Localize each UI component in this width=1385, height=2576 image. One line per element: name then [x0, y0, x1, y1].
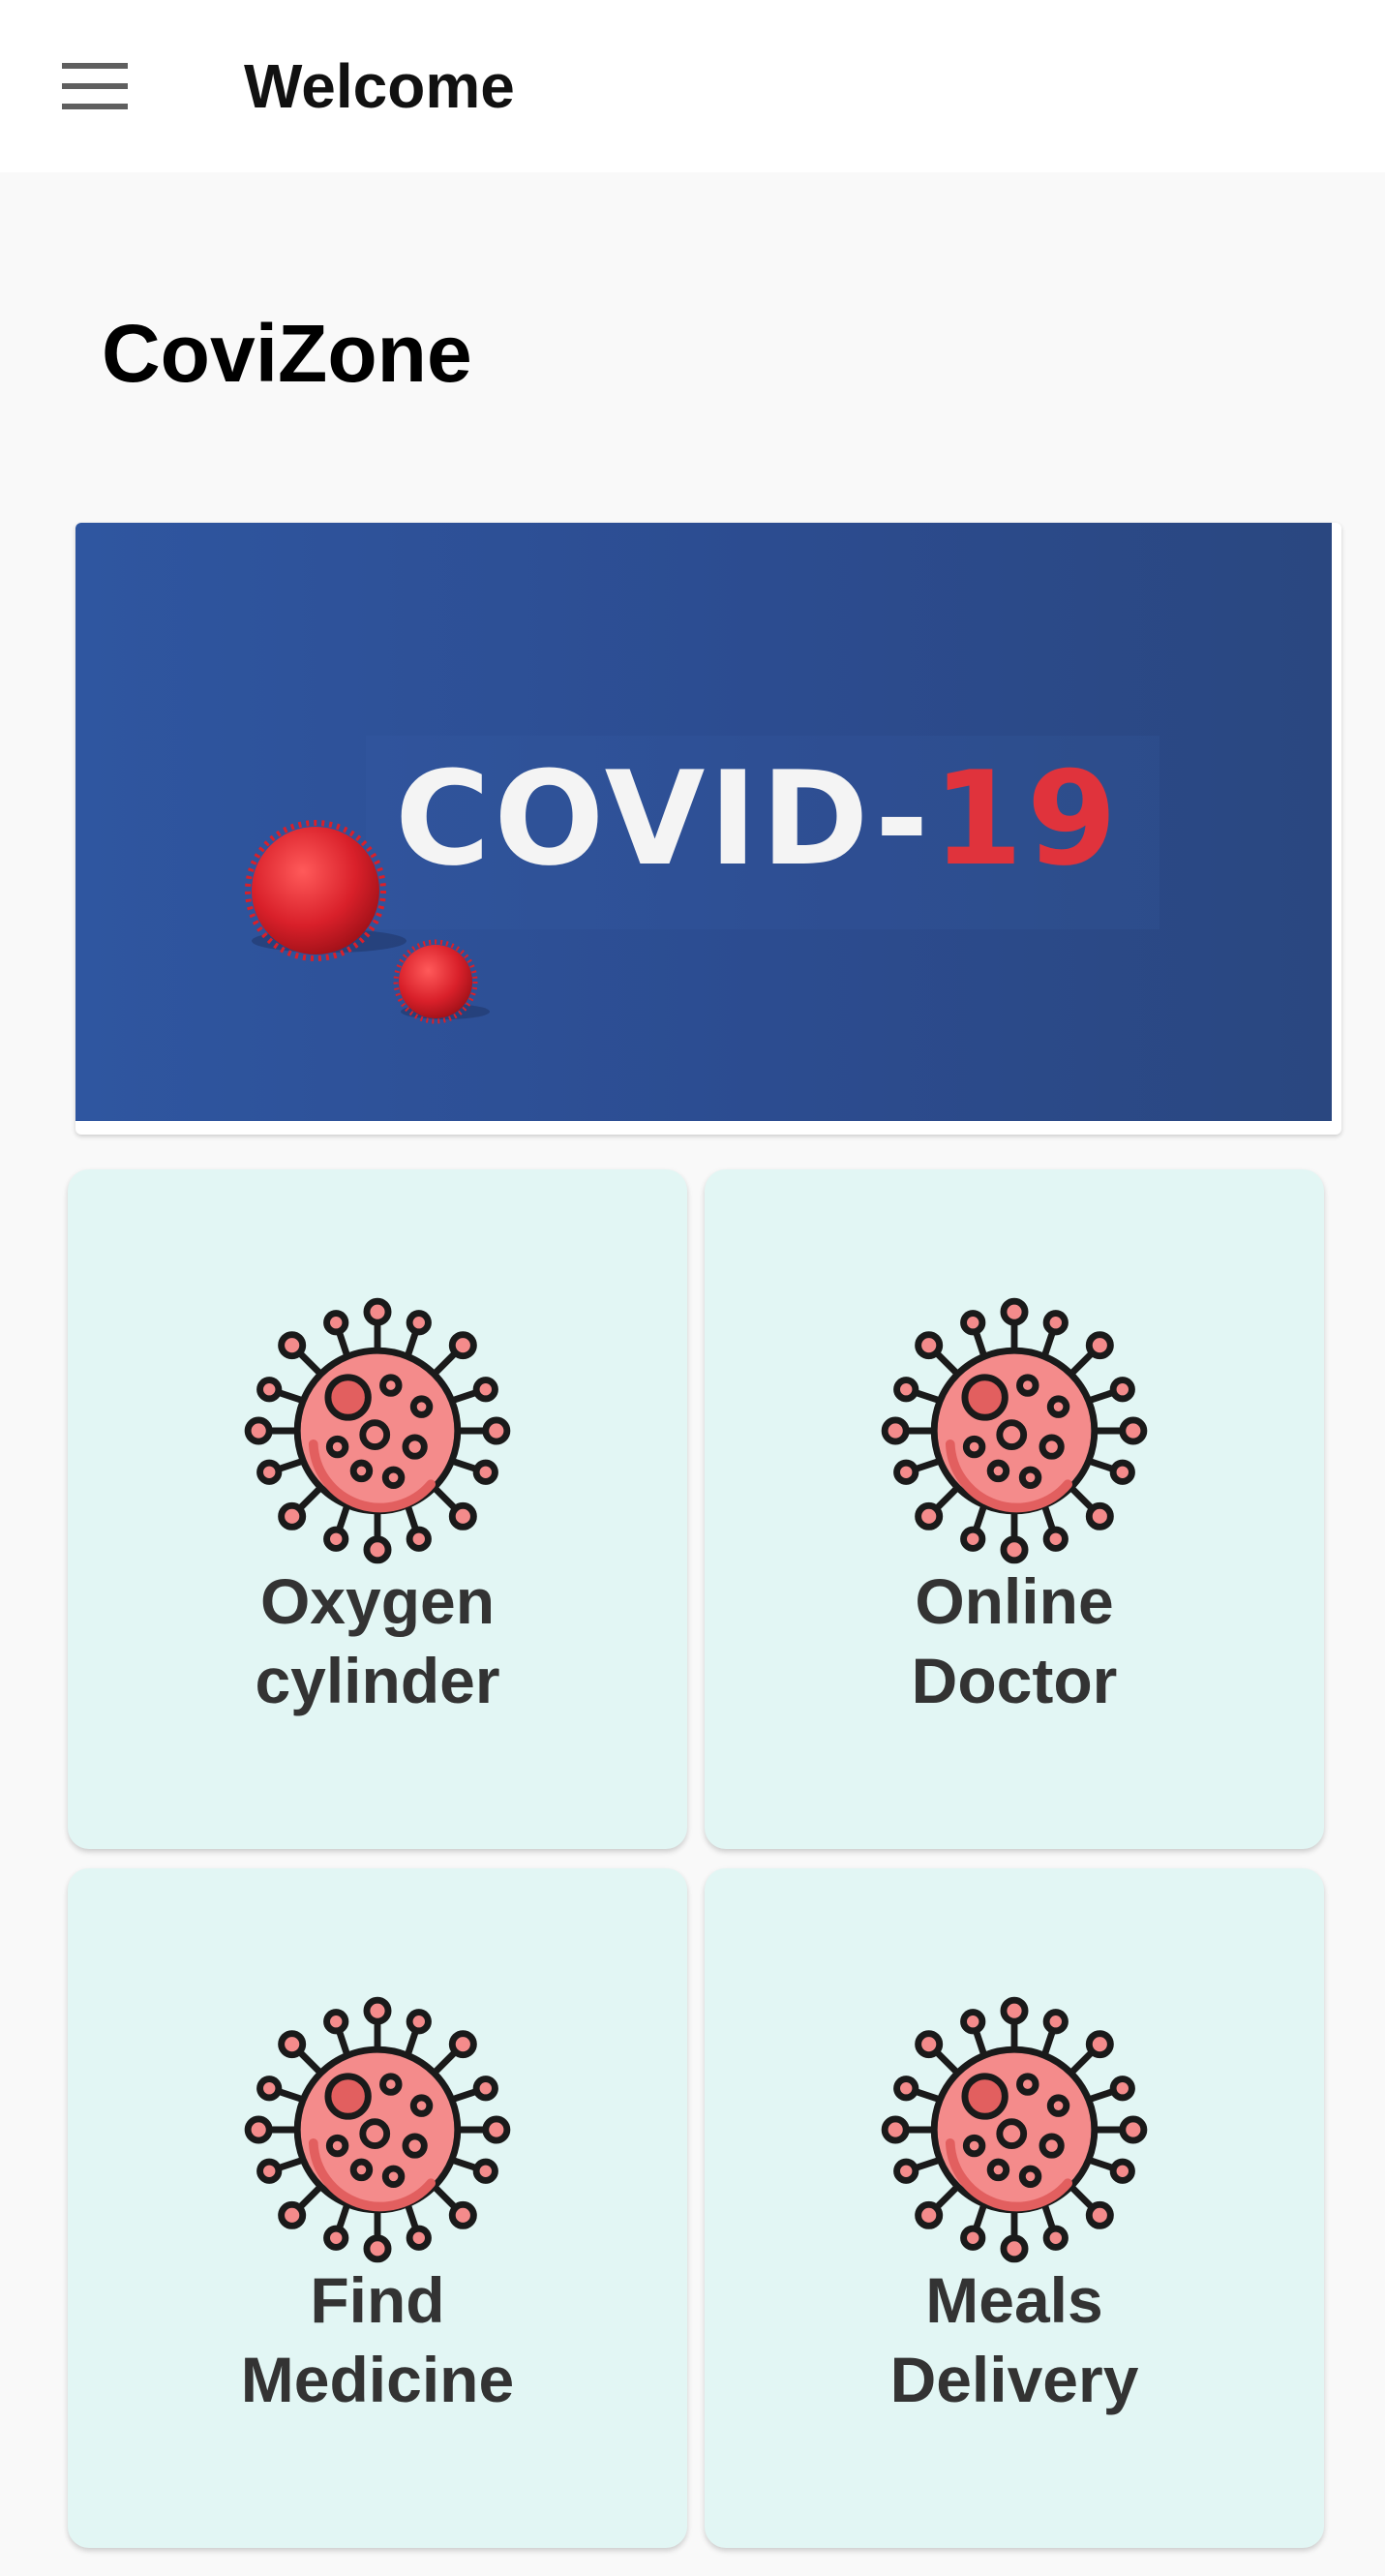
- appbar-title: Welcome: [244, 51, 515, 121]
- tile-label-line1: Oxygen: [259, 1565, 496, 1637]
- tile-label: Find Medicine: [68, 2260, 687, 2419]
- tile-label-line2: Medicine: [240, 2344, 515, 2415]
- tile-label-line1: Find: [310, 2264, 445, 2336]
- app-bar: Welcome: [0, 0, 1385, 172]
- menu-button[interactable]: [48, 43, 141, 130]
- tile-label: Online Doctor: [705, 1561, 1324, 1720]
- virus-icon: [244, 1996, 511, 2263]
- virus-icon: [881, 1297, 1148, 1564]
- tile-label-line1: Online: [915, 1565, 1114, 1637]
- tile-label-line2: Doctor: [911, 1645, 1118, 1716]
- tile-find-medicine[interactable]: Find Medicine: [68, 1868, 687, 2548]
- tile-label: Meals Delivery: [705, 2260, 1324, 2419]
- tile-meals-delivery[interactable]: Meals Delivery: [705, 1868, 1324, 2548]
- svg-text:COVID-19: COVID-19: [395, 743, 1121, 894]
- tile-label-line2: Delivery: [889, 2344, 1139, 2415]
- covid-banner-image: COVID-19: [75, 523, 1332, 1121]
- tile-oxygen-cylinder[interactable]: Oxygen cylinder: [68, 1169, 687, 1849]
- hamburger-menu-icon: [62, 63, 128, 109]
- tile-online-doctor[interactable]: Online Doctor: [705, 1169, 1324, 1849]
- tile-label-line1: Meals: [925, 2264, 1103, 2336]
- banner-text-accent: 19: [933, 743, 1121, 894]
- banner-text-main: COVID-: [395, 743, 933, 894]
- tile-label-line2: cylinder: [255, 1645, 500, 1716]
- covid-banner[interactable]: COVID-19: [75, 523, 1341, 1135]
- page-title: CoviZone: [102, 308, 472, 399]
- virus-icon: [881, 1996, 1148, 2263]
- tile-label: Oxygen cylinder: [68, 1561, 687, 1720]
- virus-icon: [244, 1297, 511, 1564]
